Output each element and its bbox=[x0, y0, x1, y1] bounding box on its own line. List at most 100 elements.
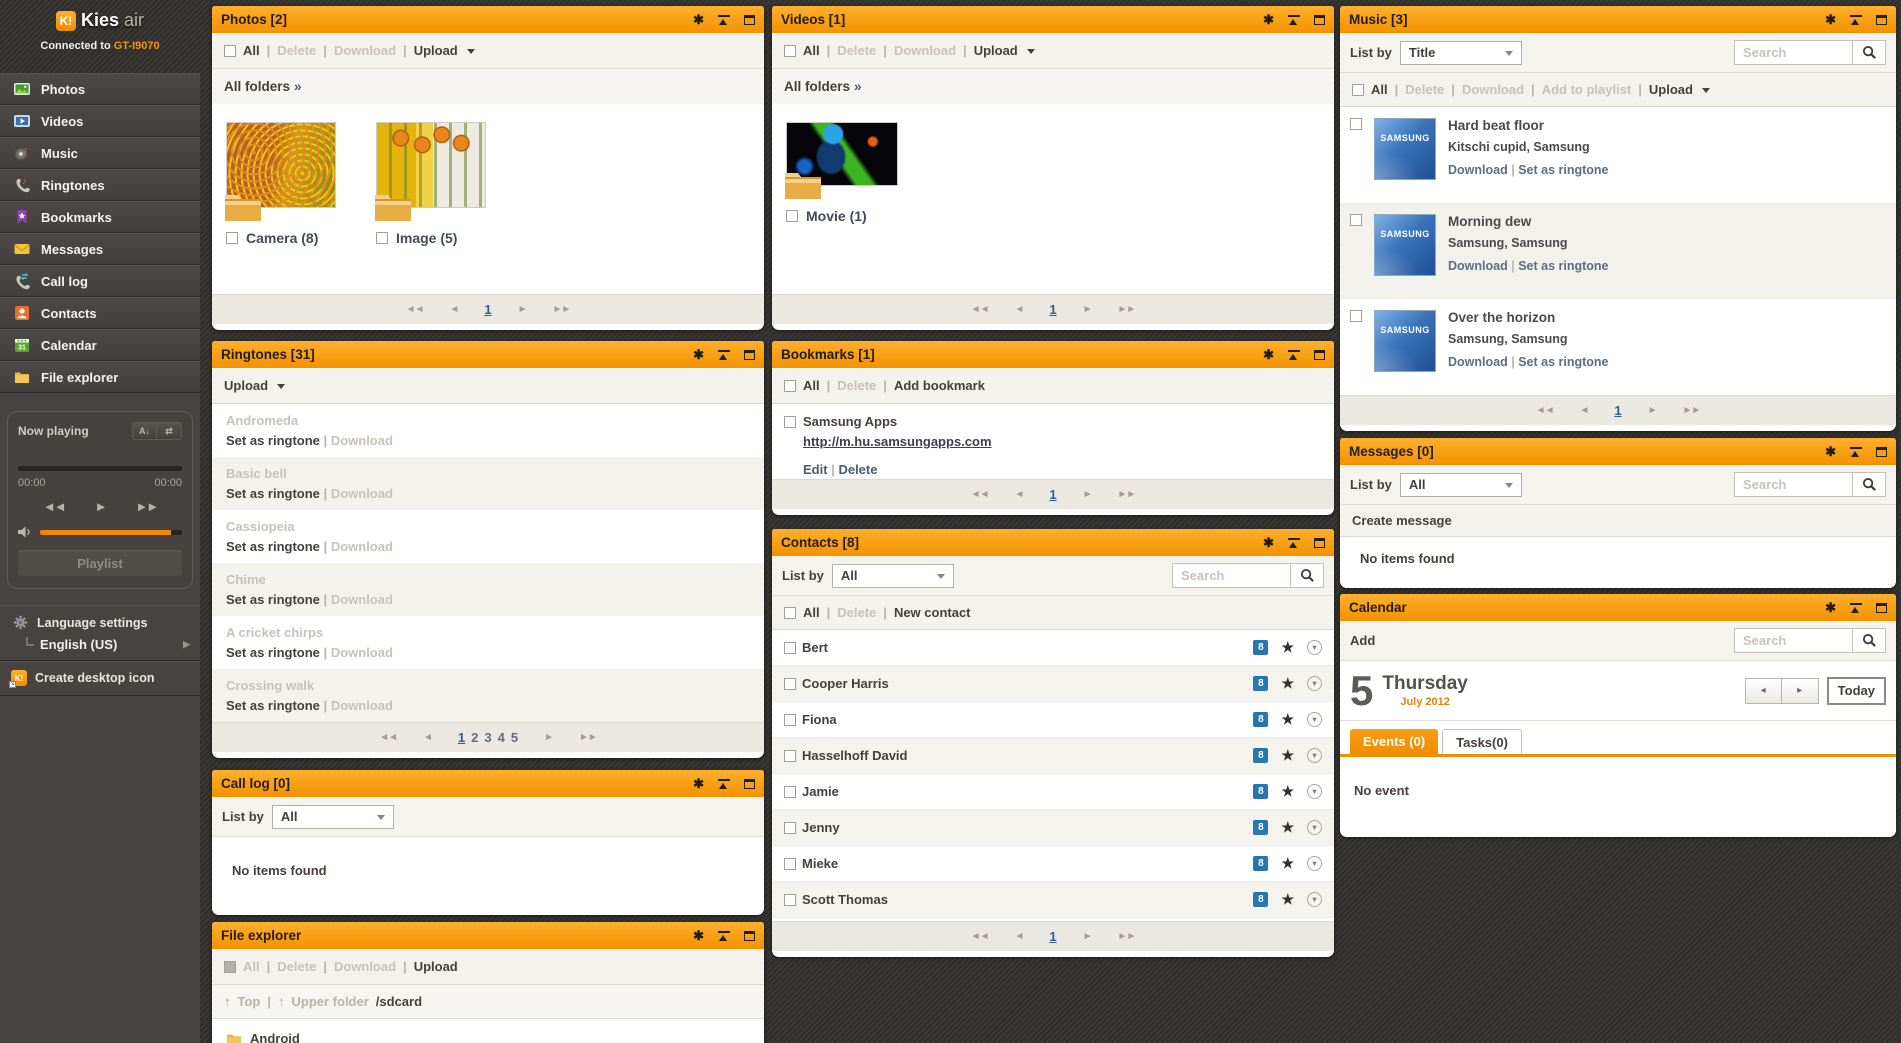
sidebar-item-call-log[interactable]: Call log bbox=[0, 265, 200, 297]
settings-icon[interactable]: ✱ bbox=[1825, 12, 1836, 28]
expand-icon[interactable]: ▾ bbox=[1307, 640, 1322, 655]
search-button[interactable] bbox=[1290, 563, 1324, 588]
create-desktop-icon[interactable]: K!↘ Create desktop icon bbox=[0, 661, 200, 696]
settings-icon[interactable]: ✱ bbox=[1263, 12, 1274, 28]
prev-page-icon[interactable]: ◄ bbox=[449, 304, 458, 315]
next-day-button[interactable]: ▸ bbox=[1782, 678, 1819, 704]
top-link[interactable]: Top bbox=[238, 994, 261, 1009]
last-page-icon[interactable]: ►► bbox=[553, 304, 571, 315]
page-number[interactable]: 1 bbox=[1614, 403, 1621, 418]
contact-row[interactable]: Hasselhoff David8★▾ bbox=[772, 738, 1334, 774]
set-as-ringtone-link[interactable]: Set as ringtone bbox=[226, 486, 320, 501]
list-by-dropdown[interactable]: All bbox=[272, 805, 394, 829]
shuffle-button[interactable]: ⇄ bbox=[157, 422, 182, 440]
previous-button[interactable]: ◄◄ bbox=[43, 499, 65, 514]
volume-icon[interactable] bbox=[18, 526, 32, 538]
favorite-star-icon[interactable]: ★ bbox=[1281, 783, 1294, 800]
contact-checkbox[interactable] bbox=[784, 822, 796, 834]
search-input[interactable] bbox=[1734, 40, 1852, 65]
today-button[interactable]: Today bbox=[1827, 677, 1886, 705]
settings-icon[interactable]: ✱ bbox=[693, 776, 704, 792]
sidebar-item-videos[interactable]: Videos bbox=[0, 105, 200, 137]
folder-thumbnail[interactable] bbox=[376, 122, 486, 208]
first-page-icon[interactable]: ◄◄ bbox=[379, 732, 397, 743]
maximize-icon[interactable] bbox=[1314, 538, 1325, 548]
all-link[interactable]: All bbox=[1371, 82, 1388, 97]
expand-icon[interactable]: ▾ bbox=[1307, 784, 1322, 799]
first-page-icon[interactable]: ◄◄ bbox=[1536, 405, 1554, 416]
favorite-star-icon[interactable]: ★ bbox=[1281, 747, 1294, 764]
settings-icon[interactable]: ✱ bbox=[1263, 535, 1274, 551]
folder-checkbox[interactable] bbox=[376, 232, 388, 244]
page-number[interactable]: 1 bbox=[1049, 487, 1056, 502]
maximize-icon[interactable] bbox=[1876, 447, 1887, 457]
collapse-icon[interactable] bbox=[1288, 538, 1300, 547]
select-all-checkbox[interactable] bbox=[224, 45, 236, 57]
expand-icon[interactable]: ▾ bbox=[1307, 820, 1322, 835]
settings-icon[interactable]: ✱ bbox=[1263, 347, 1274, 363]
favorite-star-icon[interactable]: ★ bbox=[1281, 711, 1294, 728]
settings-icon[interactable]: ✱ bbox=[693, 12, 704, 28]
progress-bar[interactable] bbox=[18, 466, 182, 471]
maximize-icon[interactable] bbox=[1314, 350, 1325, 360]
upload-link[interactable]: Upload bbox=[414, 43, 458, 58]
page-number[interactable]: 4 bbox=[498, 730, 505, 745]
select-all-checkbox[interactable] bbox=[784, 607, 796, 619]
page-number[interactable]: 3 bbox=[484, 730, 491, 745]
contact-row[interactable]: Scott Thomas8★▾ bbox=[772, 882, 1334, 918]
sidebar-item-contacts[interactable]: Contacts bbox=[0, 297, 200, 329]
video-folder-movie[interactable]: Movie (1) bbox=[786, 122, 898, 224]
first-page-icon[interactable]: ◄◄ bbox=[971, 489, 989, 500]
set-as-ringtone-link[interactable]: Set as ringtone bbox=[1518, 259, 1608, 273]
list-by-dropdown[interactable]: Title bbox=[1400, 41, 1522, 65]
next-page-icon[interactable]: ► bbox=[1083, 304, 1092, 315]
upload-link[interactable]: Upload bbox=[1649, 82, 1693, 97]
contact-row[interactable]: Bert8★▾ bbox=[772, 630, 1334, 666]
set-as-ringtone-link[interactable]: Set as ringtone bbox=[1518, 355, 1608, 369]
list-by-dropdown[interactable]: All bbox=[832, 564, 954, 588]
expand-icon[interactable]: ▾ bbox=[1307, 748, 1322, 763]
set-as-ringtone-link[interactable]: Set as ringtone bbox=[226, 645, 320, 660]
download-link[interactable]: Download bbox=[1448, 355, 1508, 369]
sync-badge[interactable]: 8 bbox=[1253, 640, 1268, 655]
volume-slider[interactable] bbox=[40, 530, 182, 535]
select-all-checkbox[interactable] bbox=[784, 45, 796, 57]
next-page-icon[interactable]: ► bbox=[1083, 931, 1092, 942]
sync-badge[interactable]: 8 bbox=[1253, 676, 1268, 691]
download-link[interactable]: Download bbox=[1448, 259, 1508, 273]
next-page-icon[interactable]: ► bbox=[544, 732, 553, 743]
favorite-star-icon[interactable]: ★ bbox=[1281, 855, 1294, 872]
tab-tasks[interactable]: Tasks(0) bbox=[1442, 729, 1522, 754]
delete-link[interactable]: Delete bbox=[838, 462, 877, 477]
track-checkbox[interactable] bbox=[1350, 214, 1362, 226]
set-as-ringtone-link[interactable]: Set as ringtone bbox=[226, 539, 320, 554]
contact-checkbox[interactable] bbox=[784, 786, 796, 798]
sidebar-item-messages[interactable]: Messages bbox=[0, 233, 200, 265]
expand-icon[interactable]: ▾ bbox=[1307, 676, 1322, 691]
sidebar-item-ringtones[interactable]: ♪ Ringtones bbox=[0, 169, 200, 201]
maximize-icon[interactable] bbox=[1314, 15, 1325, 25]
prev-page-icon[interactable]: ◄ bbox=[423, 732, 432, 743]
sync-badge[interactable]: 8 bbox=[1253, 820, 1268, 835]
upper-folder-link[interactable]: Upper folder bbox=[292, 994, 369, 1009]
next-page-icon[interactable]: ► bbox=[1083, 489, 1092, 500]
expand-icon[interactable]: ▾ bbox=[1307, 856, 1322, 871]
collapse-icon[interactable] bbox=[1850, 603, 1862, 612]
page-number[interactable]: 1 bbox=[1049, 929, 1056, 944]
settings-icon[interactable]: ✱ bbox=[693, 347, 704, 363]
maximize-icon[interactable] bbox=[744, 15, 755, 25]
upload-link[interactable]: Upload bbox=[414, 959, 458, 974]
favorite-star-icon[interactable]: ★ bbox=[1281, 675, 1294, 692]
collapse-icon[interactable] bbox=[718, 779, 730, 788]
favorite-star-icon[interactable]: ★ bbox=[1281, 639, 1294, 656]
collapse-icon[interactable] bbox=[718, 931, 730, 940]
page-number[interactable]: 5 bbox=[511, 730, 518, 745]
sidebar-item-photos[interactable]: Photos bbox=[0, 73, 200, 105]
first-page-icon[interactable]: ◄◄ bbox=[971, 304, 989, 315]
first-page-icon[interactable]: ◄◄ bbox=[406, 304, 424, 315]
contact-checkbox[interactable] bbox=[784, 642, 796, 654]
settings-icon[interactable]: ✱ bbox=[693, 928, 704, 944]
folder-thumbnail[interactable] bbox=[226, 122, 336, 208]
contact-checkbox[interactable] bbox=[784, 894, 796, 906]
collapse-icon[interactable] bbox=[1850, 447, 1862, 456]
